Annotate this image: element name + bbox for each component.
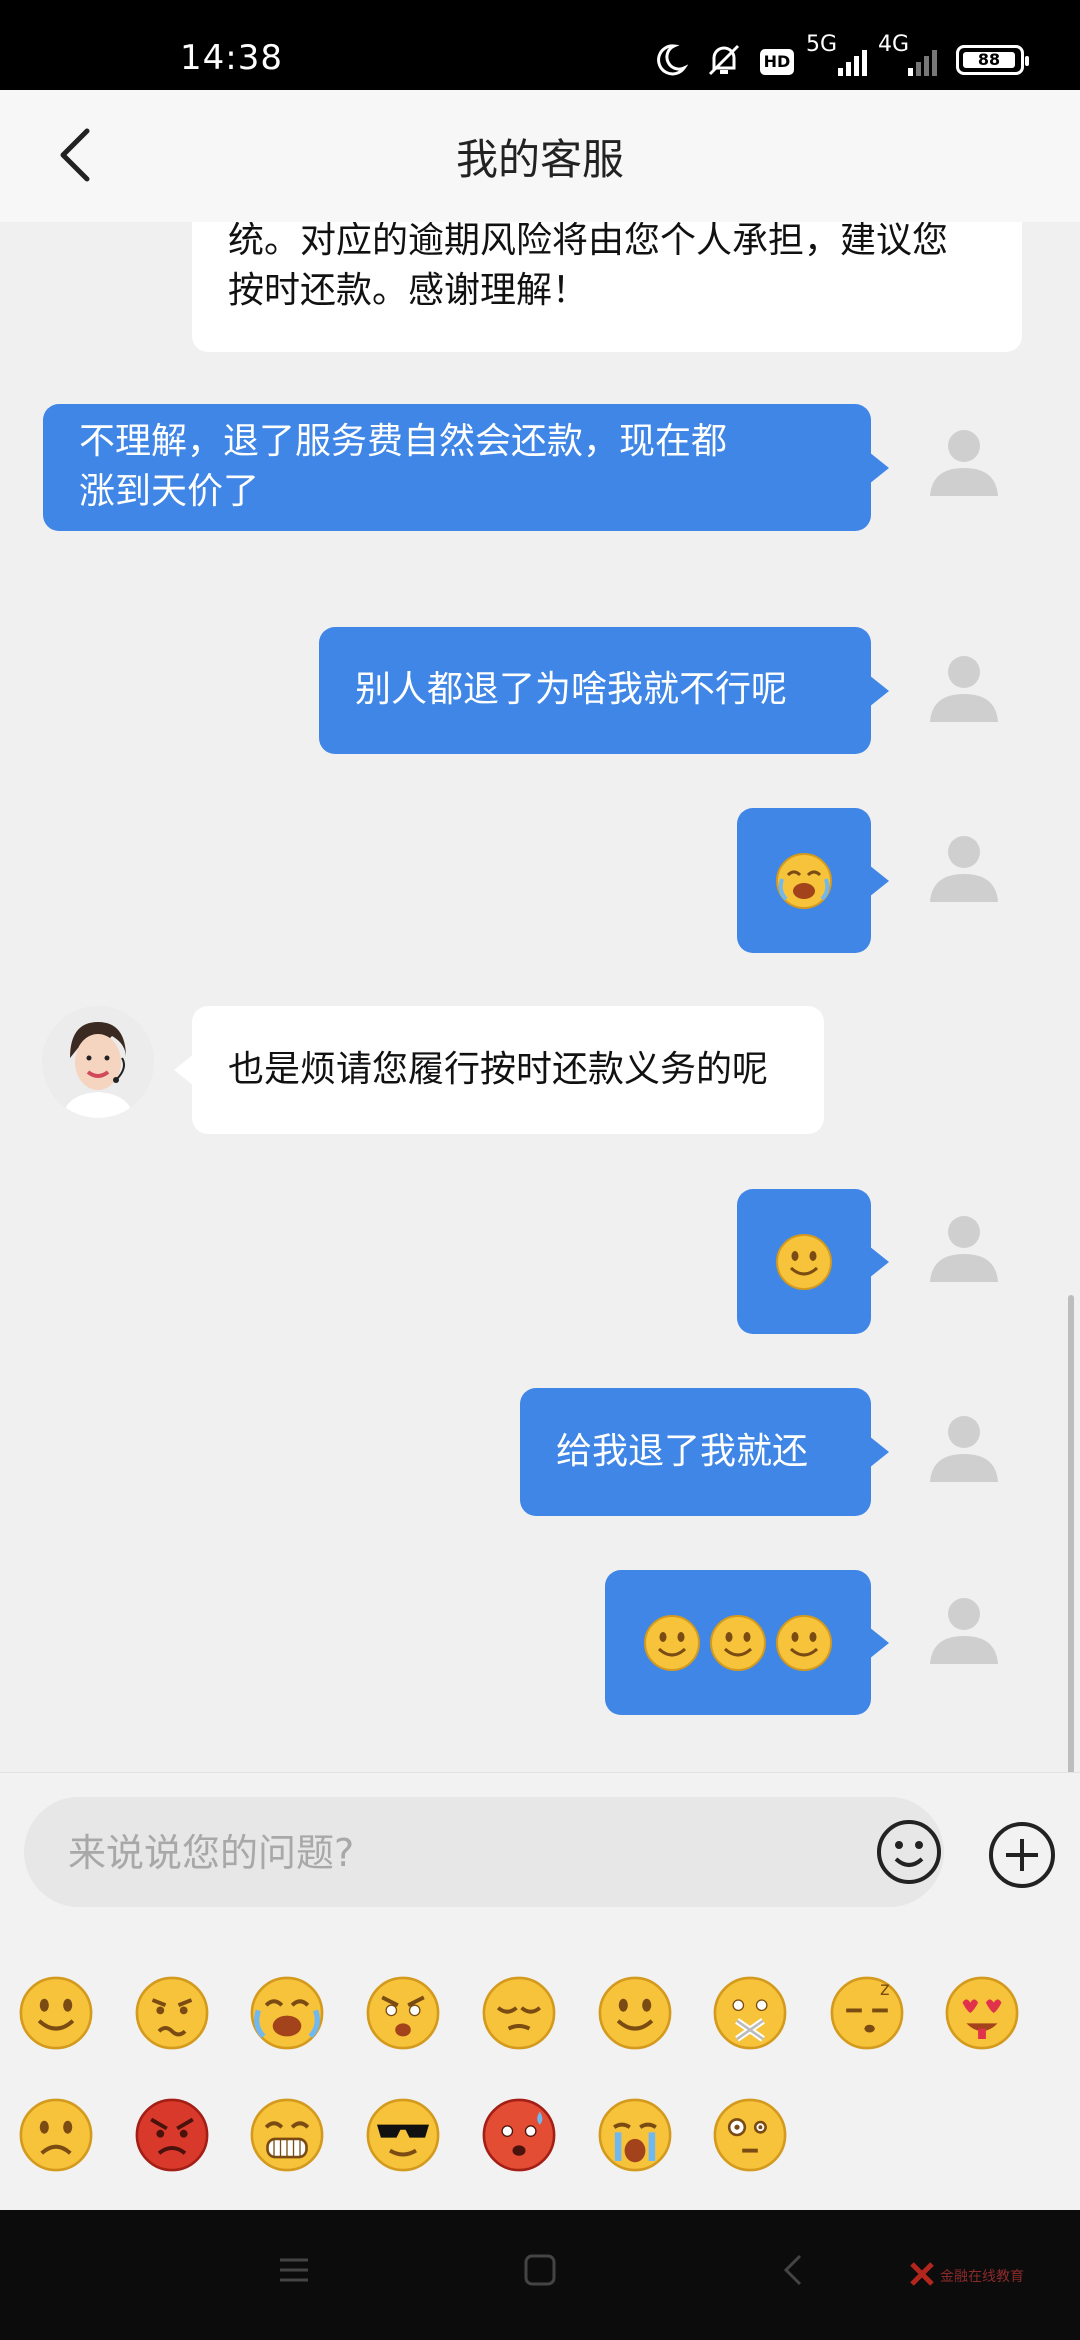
- input-bar: [0, 1772, 1080, 1933]
- message-bubble-me: 不理解，退了服务费自然会还款，现在都 涨到天价了: [43, 404, 889, 531]
- chat-area[interactable]: 统。对应的逾期风险将由您个人承担，建议您 按时还款。感谢理解！ 不理解，退了服务…: [0, 222, 1080, 1772]
- message-text-line: 给我退了我就还: [556, 1431, 809, 1472]
- battery-level: 88: [963, 52, 1015, 68]
- signal-4g-icon: [908, 50, 937, 76]
- user-avatar-icon[interactable]: [924, 420, 1004, 500]
- message-bubble-me: [737, 1189, 889, 1334]
- sleepy-content-emoji-icon[interactable]: [480, 1974, 558, 2052]
- watermark-logo-icon: [910, 2262, 934, 2286]
- user-avatar-icon[interactable]: [924, 1406, 1004, 1486]
- status-bar: 14:38 HD 5G 4G 88: [0, 0, 1080, 90]
- message-text-line: 不理解，退了服务费自然会还款，现在都: [79, 421, 728, 462]
- user-avatar-icon[interactable]: [924, 1588, 1004, 1668]
- muted-emoji-icon[interactable]: [711, 1974, 789, 2052]
- grin-emoji-icon[interactable]: [248, 2096, 326, 2174]
- heart-eyes-emoji-icon[interactable]: [943, 1974, 1021, 2052]
- crying-emoji-icon[interactable]: [596, 2096, 674, 2174]
- app-header: 我的客服: [0, 90, 1080, 222]
- blushing-sweat-emoji-icon[interactable]: [480, 2096, 558, 2174]
- smile-emoji-icon[interactable]: [17, 1974, 95, 2052]
- home-icon[interactable]: [522, 2252, 558, 2288]
- agent-avatar-icon: [42, 1006, 154, 1118]
- mute-notification-icon: [708, 44, 740, 76]
- smile-emoji-icon[interactable]: [596, 1974, 674, 2052]
- svg-text:z: z: [880, 1979, 890, 2000]
- smile-emoji-icon: [710, 1614, 766, 1671]
- confused-emoji-icon[interactable]: [711, 2096, 789, 2174]
- menu-icon[interactable]: [276, 2252, 312, 2288]
- chat-scrollbar[interactable]: [1068, 1295, 1074, 1775]
- crying-laughing-emoji-icon: [776, 852, 832, 909]
- message-bubble-me: [737, 808, 889, 953]
- watermark-text: 金融在线教育: [940, 2269, 1024, 2285]
- worried-emoji-icon[interactable]: [133, 1974, 211, 2052]
- user-avatar-icon[interactable]: [924, 826, 1004, 906]
- message-bubble-cs: 统。对应的逾期风险将由您个人承担，建议您 按时还款。感谢理解！: [192, 222, 1022, 352]
- status-time: 14:38: [180, 38, 283, 78]
- signal-5g-icon: [838, 50, 867, 76]
- message-text-line: 统。对应的逾期风险将由您个人承担，建议您: [228, 222, 949, 261]
- message-bubble-me: 给我退了我就还: [520, 1388, 889, 1516]
- user-avatar-icon[interactable]: [924, 646, 1004, 726]
- sunglasses-emoji-icon[interactable]: [364, 2096, 442, 2174]
- system-navigation-bar: 金融在线教育: [0, 2210, 1080, 2340]
- message-text-line: 按时还款。感谢理解！: [228, 270, 589, 311]
- moon-icon: [657, 44, 688, 76]
- battery-icon: 88: [956, 45, 1029, 75]
- smile-emoji-icon: [776, 1614, 832, 1671]
- message-text-line: 别人都退了为啥我就不行呢: [355, 669, 788, 710]
- signal-4g-label: 4G: [878, 32, 910, 57]
- sad-emoji-icon[interactable]: [17, 2096, 95, 2174]
- signal-5g-label: 5G: [806, 32, 838, 57]
- message-text-line: 涨到天价了: [79, 471, 260, 512]
- crying-laughing-emoji-icon[interactable]: [248, 1974, 326, 2052]
- message-input[interactable]: [66, 1797, 850, 1909]
- page-title: 我的客服: [455, 135, 624, 184]
- message-input-container: [24, 1797, 944, 1909]
- message-bubble-me: [605, 1570, 889, 1715]
- message-bubble-cs: 也是烦请您履行按时还款义务的呢: [174, 1006, 824, 1134]
- emoji-panel: z: [0, 1932, 1080, 2210]
- user-avatar-icon[interactable]: [924, 1206, 1004, 1286]
- agent-avatar[interactable]: [42, 1006, 154, 1118]
- message-bubble-me: 别人都退了为啥我就不行呢: [319, 627, 889, 754]
- angry-emoji-icon[interactable]: [364, 1974, 442, 2052]
- emoji-toggle-button[interactable]: [874, 1817, 944, 1887]
- add-attachment-button[interactable]: [986, 1819, 1058, 1891]
- smile-emoji-icon: [776, 1233, 832, 1290]
- hd-badge: HD: [760, 49, 794, 75]
- watermark: 金融在线教育: [908, 2256, 1058, 2296]
- message-text-line: 也是烦请您履行按时还款义务的呢: [228, 1049, 769, 1090]
- furious-emoji-icon[interactable]: [133, 2096, 211, 2174]
- sleeping-emoji-icon[interactable]: z: [828, 1974, 906, 2052]
- smile-emoji-icon: [644, 1614, 700, 1671]
- back-nav-icon[interactable]: [776, 2252, 812, 2288]
